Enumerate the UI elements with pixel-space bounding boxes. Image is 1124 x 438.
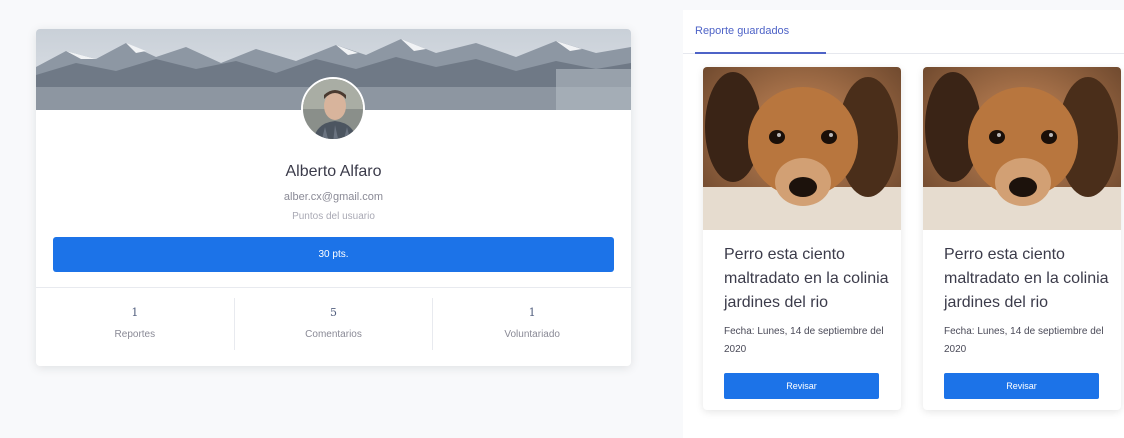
tab-bar: Reporte guardados <box>683 10 1124 54</box>
report-date: Fecha: Lunes, 14 de septiembre del 2020 <box>944 326 1104 355</box>
stat-label: Voluntariado <box>504 329 560 340</box>
profile-card: Alberto Alfaro alber.cx@gmail.com Puntos… <box>36 29 631 366</box>
report-card[interactable]: Perro esta ciento maltradato en la colin… <box>703 67 901 410</box>
stat-label: Reportes <box>114 329 156 340</box>
stat-voluntariado: 1 Voluntariado <box>432 298 631 350</box>
saved-reports-panel: Reporte guardados Perro esta ciento malt… <box>683 10 1124 438</box>
points-label: Puntos del usuario <box>292 211 375 222</box>
stat-reportes: 1 Reportes <box>36 298 234 350</box>
stat-value: 1 <box>528 306 536 319</box>
avatar[interactable] <box>301 77 365 141</box>
stat-label: Comentarios <box>305 329 362 340</box>
report-title: Perro esta ciento maltradato en la colin… <box>944 246 1109 311</box>
profile-email: alber.cx@gmail.com <box>283 191 384 203</box>
stat-value: 5 <box>330 306 337 319</box>
profile-name: Alberto Alfaro <box>285 163 382 180</box>
review-button[interactable]: Revisar <box>944 373 1099 399</box>
stat-value: 1 <box>131 306 139 319</box>
tab-saved-reports[interactable]: Reporte guardados <box>695 25 789 37</box>
points-button[interactable]: 30 pts. <box>53 237 614 272</box>
review-button[interactable]: Revisar <box>724 373 879 399</box>
dog-photo <box>923 67 1121 230</box>
dog-photo <box>703 67 901 230</box>
report-title: Perro esta ciento maltradato en la colin… <box>724 246 889 311</box>
profile-stats: 1 Reportes 5 Comentarios 1 Voluntariado <box>36 298 631 350</box>
tab-active-indicator <box>695 52 826 54</box>
divider <box>36 287 631 288</box>
stat-comentarios: 5 Comentarios <box>233 298 433 350</box>
report-date: Fecha: Lunes, 14 de septiembre del 2020 <box>724 326 884 355</box>
report-card[interactable]: Perro esta ciento maltradato en la colin… <box>923 67 1121 410</box>
